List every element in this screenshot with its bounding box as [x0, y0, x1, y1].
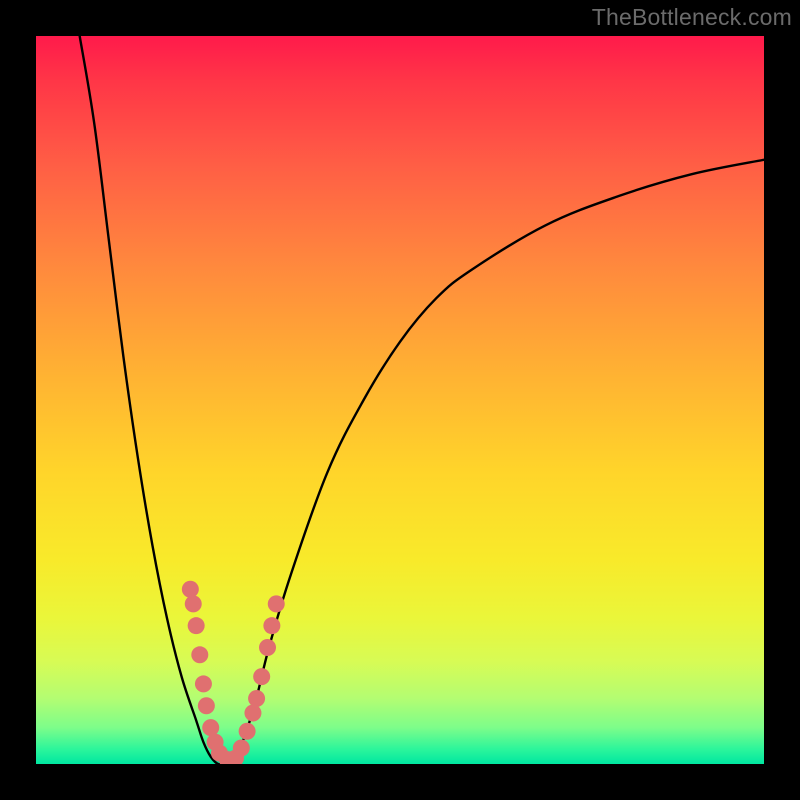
data-marker: [259, 639, 276, 656]
chart-frame: TheBottleneck.com: [0, 0, 800, 800]
data-marker: [185, 595, 202, 612]
marker-layer: [182, 581, 285, 764]
data-marker: [202, 719, 219, 736]
data-marker: [182, 581, 199, 598]
plot-area: [36, 36, 764, 764]
data-marker: [244, 705, 261, 722]
watermark-text: TheBottleneck.com: [592, 4, 792, 31]
data-marker: [263, 617, 280, 634]
data-marker: [268, 595, 285, 612]
data-marker: [248, 690, 265, 707]
data-marker: [195, 675, 212, 692]
data-marker: [239, 723, 256, 740]
data-marker: [233, 739, 250, 756]
chart-svg: [36, 36, 764, 764]
curve-right-branch: [225, 160, 764, 764]
data-marker: [253, 668, 270, 685]
curve-layer: [80, 36, 764, 764]
data-marker: [188, 617, 205, 634]
data-marker: [191, 646, 208, 663]
data-marker: [198, 697, 215, 714]
